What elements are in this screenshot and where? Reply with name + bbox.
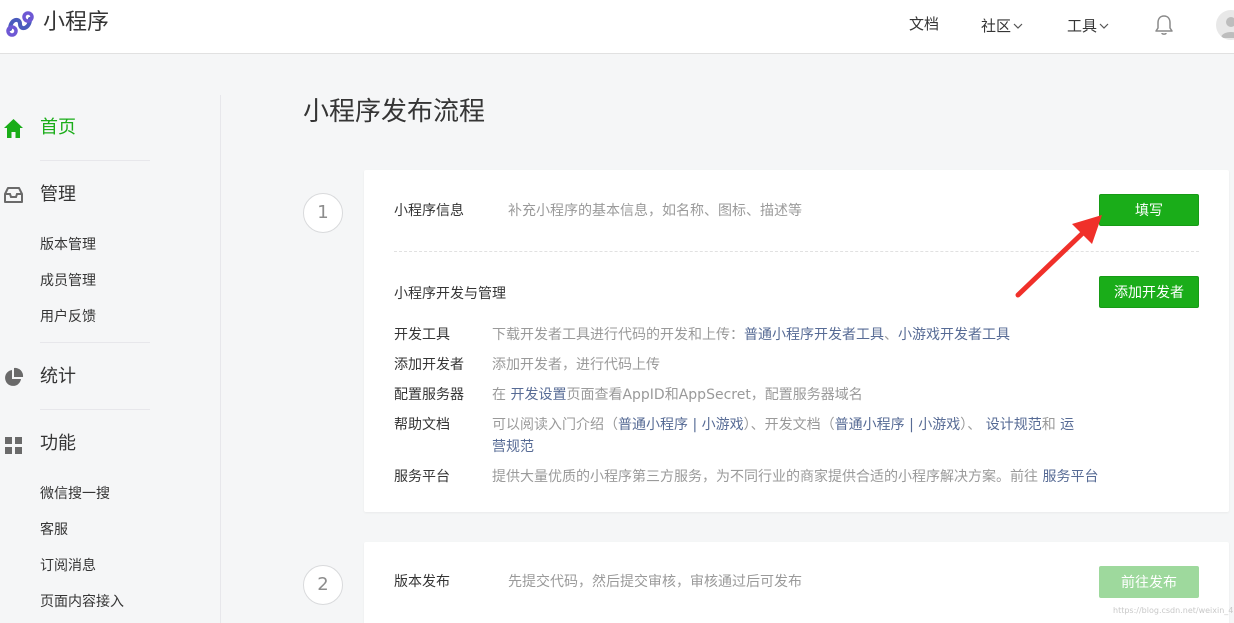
dev-tools-text: 下载开发者工具进行代码的开发和上传：普通小程序开发者工具、小游戏开发者工具 — [492, 324, 1010, 346]
sidebar-item-page-content[interactable]: 页面内容接入 — [40, 592, 124, 612]
sidebar-item-label: 功能 — [40, 433, 76, 454]
sidebar-item-member-manage[interactable]: 成员管理 — [40, 271, 96, 291]
step-number-badge: 2 — [303, 565, 343, 605]
sidebar-item-wechat-search[interactable]: 微信搜一搜 — [40, 484, 110, 504]
sidebar-divider — [40, 409, 150, 410]
help-docs-label: 帮助文档 — [394, 417, 450, 433]
service-platform-label: 服务平台 — [394, 469, 450, 485]
nav-community[interactable]: 社区 — [981, 14, 1023, 36]
help-docs-text: 可以阅读入门介绍（普通小程序 | 小游戏）、开发文档（普通小程序 | 小游戏）、… — [492, 414, 1074, 436]
sidebar-item-label: 首页 — [40, 117, 76, 138]
sidebar-item-stats[interactable]: 统计 — [0, 362, 200, 392]
pie-chart-icon — [5, 367, 24, 386]
operation-spec-link[interactable]: 营规范 — [492, 439, 534, 455]
dev-tools-label: 开发工具 — [394, 327, 450, 343]
fill-button[interactable]: 填写 — [1099, 194, 1199, 226]
nav-docs[interactable]: 文档 — [909, 14, 939, 34]
sidebar-divider — [40, 342, 150, 343]
chevron-down-icon — [1099, 14, 1109, 34]
sidebar-item-features[interactable]: 功能 — [0, 429, 200, 459]
server-post: 页面查看AppID和AppSecret，配置服务器域名 — [566, 387, 863, 403]
docs-miniprogram-link[interactable]: 普通小程序 — [835, 417, 905, 433]
top-header: 小程序 文档 社区 工具 — [0, 0, 1234, 54]
page-title: 小程序发布流程 — [303, 97, 486, 127]
logo-text[interactable]: 小程序 — [43, 9, 109, 37]
add-developer-button[interactable]: 添加开发者 — [1099, 276, 1199, 308]
inbox-icon — [4, 187, 23, 203]
sidebar-divider — [40, 160, 150, 161]
sidebar-item-version-manage[interactable]: 版本管理 — [40, 235, 96, 255]
operation-spec-link[interactable]: 运 — [1060, 417, 1074, 433]
help-text: ）、开发文档（ — [743, 417, 835, 433]
separator: | — [688, 417, 702, 433]
add-dev-label: 添加开发者 — [394, 357, 464, 373]
sidebar-item-user-feedback[interactable]: 用户反馈 — [40, 307, 96, 327]
intro-minigame-link[interactable]: 小游戏 — [702, 417, 744, 433]
release-title: 版本发布 — [394, 574, 450, 590]
sidebar-item-home[interactable]: 首页 — [0, 113, 200, 143]
intro-miniprogram-link[interactable]: 普通小程序 — [618, 417, 688, 433]
separator-bar: | — [692, 417, 698, 433]
design-spec-link[interactable]: 设计规范 — [986, 417, 1042, 433]
user-icon — [1221, 17, 1234, 38]
home-icon — [4, 119, 23, 138]
annotation-arrow-icon — [1015, 215, 1102, 298]
avatar[interactable] — [1216, 10, 1234, 40]
add-dev-text: 添加开发者，进行代码上传 — [492, 357, 660, 373]
sidebar-divider — [220, 95, 221, 623]
nav-community-label: 社区 — [981, 17, 1012, 35]
service-platform-link[interactable]: 服务平台 — [1042, 469, 1098, 485]
release-description: 先提交代码，然后提交审核，审核通过后可发布 — [508, 574, 802, 590]
sidebar-item-label: 管理 — [40, 184, 76, 205]
miniprogram-devtool-link[interactable]: 普通小程序开发者工具 — [744, 327, 884, 343]
separator: | — [905, 417, 919, 433]
watermark-text: https://blog.csdn.net/weixin_4393 — [1113, 606, 1234, 615]
docs-minigame-link[interactable]: 小游戏 — [918, 417, 960, 433]
nav-docs-label: 文档 — [909, 15, 940, 33]
chevron-down-icon — [1013, 14, 1023, 34]
step-number-badge: 1 — [303, 193, 343, 233]
nav-tools[interactable]: 工具 — [1067, 14, 1109, 36]
help-docs-text-line2: 营规范 — [492, 436, 534, 458]
service-desc: 提供大量优质的小程序第三方服务，为不同行业的商家提供合适的小程序解决方案。前往 — [492, 469, 1038, 485]
dev-tools-desc: 下载开发者工具进行代码的开发和上传： — [492, 327, 744, 343]
server-pre: 在 — [492, 387, 506, 403]
separator: 、 — [884, 327, 898, 343]
dev-manage-title: 小程序开发与管理 — [394, 286, 506, 302]
grid-icon — [5, 437, 22, 454]
info-description: 补充小程序的基本信息，如名称、图标、描述等 — [508, 203, 802, 219]
sidebar-item-label: 统计 — [40, 366, 76, 387]
server-config-label: 配置服务器 — [394, 387, 464, 403]
sidebar-item-customer-service[interactable]: 客服 — [40, 520, 68, 540]
service-platform-text: 提供大量优质的小程序第三方服务，为不同行业的商家提供合适的小程序解决方案。前往 … — [492, 466, 1098, 488]
step2-card: 版本发布 先提交代码，然后提交审核，审核通过后可发布 前往发布 — [364, 542, 1229, 623]
help-text: 和 — [1041, 417, 1056, 433]
dev-settings-link[interactable]: 开发设置 — [510, 387, 566, 403]
go-release-button[interactable]: 前往发布 — [1099, 566, 1199, 598]
help-text: ）、 — [960, 417, 982, 433]
separator-bar: | — [909, 417, 914, 433]
server-config-text: 在 开发设置页面查看AppID和AppSecret，配置服务器域名 — [492, 384, 863, 406]
help-text: 可以阅读入门介绍（ — [492, 417, 618, 433]
miniprogram-logo-icon[interactable] — [4, 9, 36, 39]
info-title: 小程序信息 — [394, 203, 464, 219]
sidebar-item-manage[interactable]: 管理 — [0, 180, 200, 210]
nav-tools-label: 工具 — [1067, 17, 1098, 35]
sidebar-item-subscribe-message[interactable]: 订阅消息 — [40, 556, 96, 576]
bell-icon[interactable] — [1154, 14, 1174, 36]
minigame-devtool-link[interactable]: 小游戏开发者工具 — [898, 327, 1010, 343]
